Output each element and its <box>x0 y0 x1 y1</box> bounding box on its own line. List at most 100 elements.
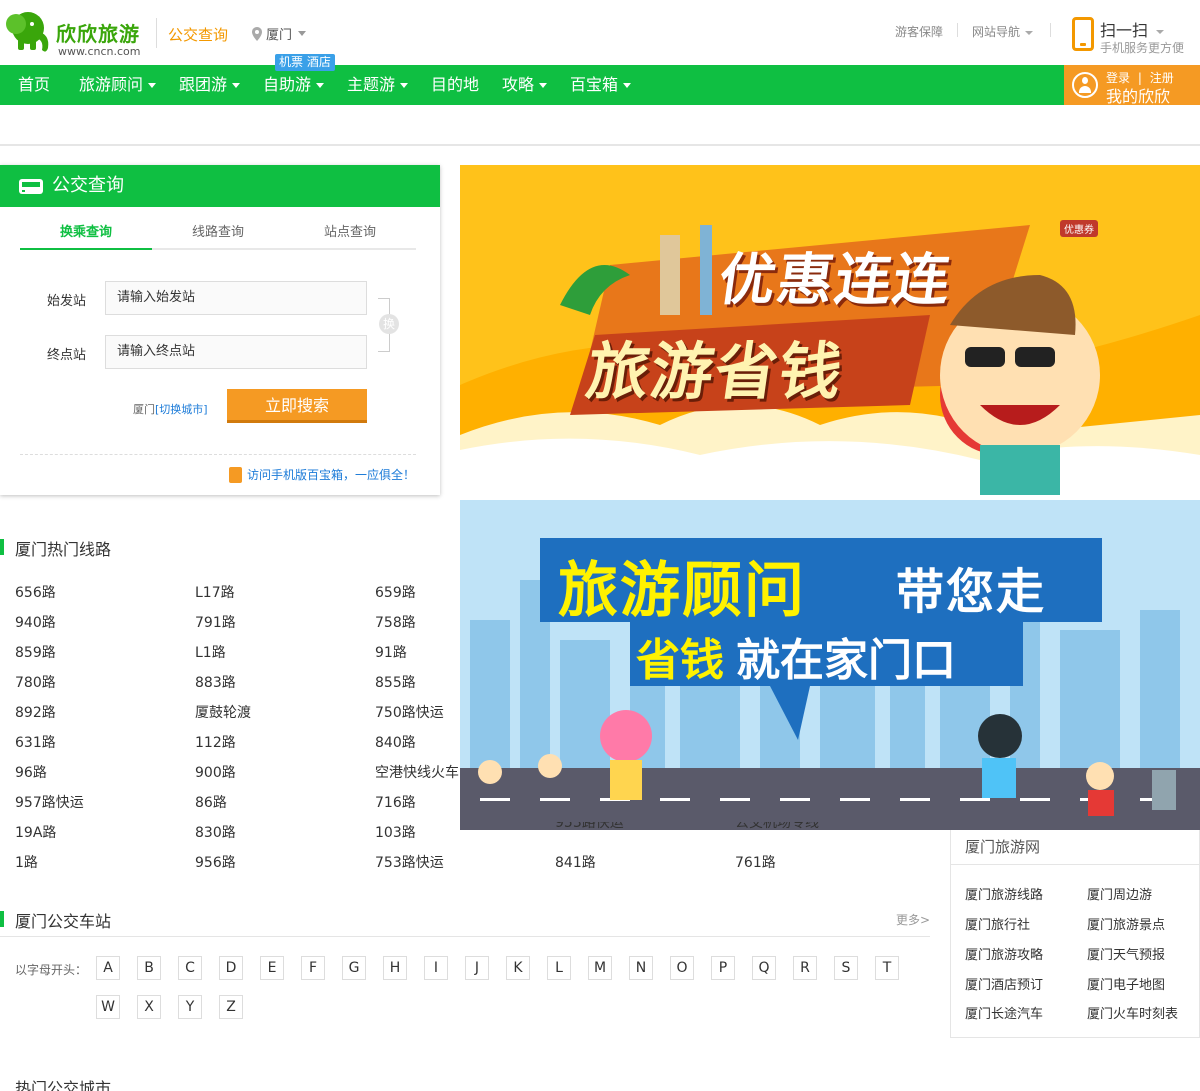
letter-link[interactable]: D <box>219 956 243 980</box>
route-link[interactable]: 631路 <box>15 732 56 752</box>
tab-route[interactable]: 线路查询 <box>152 218 284 248</box>
search-button[interactable]: 立即搜索 <box>227 389 367 423</box>
nav-item-destination[interactable]: 目的地 <box>431 65 479 105</box>
travel-link[interactable]: 厦门天气预报 <box>1087 944 1165 963</box>
route-link[interactable]: 841路 <box>555 852 596 872</box>
route-link[interactable]: 86路 <box>195 792 227 812</box>
letter-link[interactable]: L <box>547 956 571 980</box>
nav-item-theme-tour[interactable]: 主题游 <box>347 65 409 105</box>
route-link[interactable]: 空港快线火车 <box>375 762 459 782</box>
letter-link[interactable]: Q <box>752 956 776 980</box>
letter-link[interactable]: M <box>588 956 612 980</box>
letter-link[interactable]: B <box>137 956 161 980</box>
mobile-phone-icon[interactable] <box>1072 17 1094 51</box>
travel-link[interactable]: 厦门火车时刻表 <box>1087 1003 1178 1022</box>
switch-city-link[interactable]: [切换城市] <box>155 403 208 416</box>
nav-badge-flight-hotel[interactable]: 机票 酒店 <box>275 54 335 71</box>
travel-link[interactable]: 厦门旅游攻略 <box>965 944 1043 963</box>
route-link[interactable]: 96路 <box>15 762 47 782</box>
letter-link[interactable]: Y <box>178 995 202 1019</box>
letter-link[interactable]: W <box>96 995 120 1019</box>
route-link[interactable]: 656路 <box>15 582 56 602</box>
route-link[interactable]: 19A路 <box>15 822 56 842</box>
letter-link[interactable]: J <box>465 956 489 980</box>
divider <box>957 23 958 37</box>
route-link[interactable]: 892路 <box>15 702 56 722</box>
banner2-line2b: 就在家门口 <box>736 635 956 686</box>
my-account-link[interactable]: 我的欣欣 <box>1106 83 1170 107</box>
link-tourist-protection[interactable]: 游客保障 <box>895 23 943 40</box>
route-link[interactable]: 1路 <box>15 852 38 872</box>
letter-link[interactable]: A <box>96 956 120 980</box>
letter-link[interactable]: C <box>178 956 202 980</box>
nav-item-toolbox[interactable]: 百宝箱 <box>570 65 632 105</box>
route-link[interactable]: 953路快运 <box>555 822 624 832</box>
route-link[interactable]: 厦鼓轮渡 <box>195 702 251 722</box>
letter-link[interactable]: R <box>793 956 817 980</box>
travel-link[interactable]: 厦门旅游景点 <box>1087 914 1165 933</box>
route-link[interactable]: 112路 <box>195 732 236 752</box>
route-link[interactable]: 659路 <box>375 582 416 602</box>
promo-banner-discount[interactable]: 优惠连连 旅游省钱 优惠券 <box>460 165 1200 495</box>
route-link[interactable]: 758路 <box>375 612 416 632</box>
current-city: 厦门 <box>133 403 155 416</box>
logo[interactable]: 欣欣旅游 www.cncn.com <box>0 6 150 58</box>
more-link[interactable]: 更多> <box>896 911 930 928</box>
route-link[interactable]: 公交机场专线 <box>735 822 819 832</box>
route-link[interactable]: 957路快运 <box>15 792 84 812</box>
tab-transfer[interactable]: 换乘查询 <box>20 218 152 250</box>
route-link[interactable]: 840路 <box>375 732 416 752</box>
letter-link[interactable]: T <box>875 956 899 980</box>
city-selector[interactable]: 厦门 <box>252 24 307 43</box>
link-site-nav[interactable]: 网站导航 <box>972 23 1034 40</box>
letter-link[interactable]: N <box>629 956 653 980</box>
letter-link[interactable]: I <box>424 956 448 980</box>
letter-link[interactable]: Z <box>219 995 243 1019</box>
route-link[interactable]: 716路 <box>375 792 416 812</box>
nav-item-home[interactable]: 首页 <box>18 65 50 105</box>
route-link[interactable]: 753路快运 <box>375 852 444 872</box>
route-link[interactable]: 780路 <box>15 672 56 692</box>
travel-link[interactable]: 厦门旅行社 <box>965 914 1030 933</box>
promo-banner-consultant[interactable]: 旅游顾问 带您走 省钱 就在家门口 <box>460 500 1200 830</box>
letter-link[interactable]: K <box>506 956 530 980</box>
mobile-toolbox-link[interactable]: 访问手机版百宝箱，一应俱全！ <box>228 466 415 483</box>
route-link[interactable]: L1路 <box>195 642 226 662</box>
tab-station[interactable]: 站点查询 <box>284 218 416 248</box>
letter-link[interactable]: P <box>711 956 735 980</box>
route-link[interactable]: 791路 <box>195 612 236 632</box>
end-station-input[interactable]: 请输入终点站 <box>105 335 367 369</box>
nav-item-consultant[interactable]: 旅游顾问 <box>79 65 157 105</box>
route-link[interactable]: 761路 <box>735 852 776 872</box>
travel-link[interactable]: 厦门旅游线路 <box>965 884 1043 903</box>
letter-link[interactable]: S <box>834 956 858 980</box>
route-link[interactable]: 956路 <box>195 852 236 872</box>
letter-link[interactable]: X <box>137 995 161 1019</box>
route-link[interactable]: L17路 <box>195 582 235 602</box>
route-link[interactable]: 900路 <box>195 762 236 782</box>
letter-link[interactable]: E <box>260 956 284 980</box>
route-link[interactable]: 940路 <box>15 612 56 632</box>
letter-link[interactable]: G <box>342 956 366 980</box>
route-link[interactable]: 103路 <box>375 822 416 842</box>
travel-link[interactable]: 厦门电子地图 <box>1087 974 1165 993</box>
route-link[interactable]: 750路快运 <box>375 702 444 722</box>
swap-button[interactable]: 换 <box>379 314 399 334</box>
route-link[interactable]: 91路 <box>375 642 407 662</box>
scan-title[interactable]: 扫一扫 <box>1100 17 1165 41</box>
letter-link[interactable]: H <box>383 956 407 980</box>
route-link[interactable]: 855路 <box>375 672 416 692</box>
user-avatar-icon <box>1072 72 1098 98</box>
start-station-input[interactable]: 请输入始发站 <box>105 281 367 315</box>
route-link[interactable]: 830路 <box>195 822 236 842</box>
letter-link[interactable]: F <box>301 956 325 980</box>
route-link[interactable]: 859路 <box>15 642 56 662</box>
travel-link[interactable]: 厦门酒店预订 <box>965 974 1043 993</box>
nav-item-self-guided[interactable]: 自助游 <box>263 65 325 105</box>
route-link[interactable]: 883路 <box>195 672 236 692</box>
travel-link[interactable]: 厦门周边游 <box>1087 884 1152 903</box>
letter-link[interactable]: O <box>670 956 694 980</box>
nav-item-guides[interactable]: 攻略 <box>502 65 548 105</box>
nav-item-group-tour[interactable]: 跟团游 <box>179 65 241 105</box>
travel-link[interactable]: 厦门长途汽车 <box>965 1003 1043 1022</box>
